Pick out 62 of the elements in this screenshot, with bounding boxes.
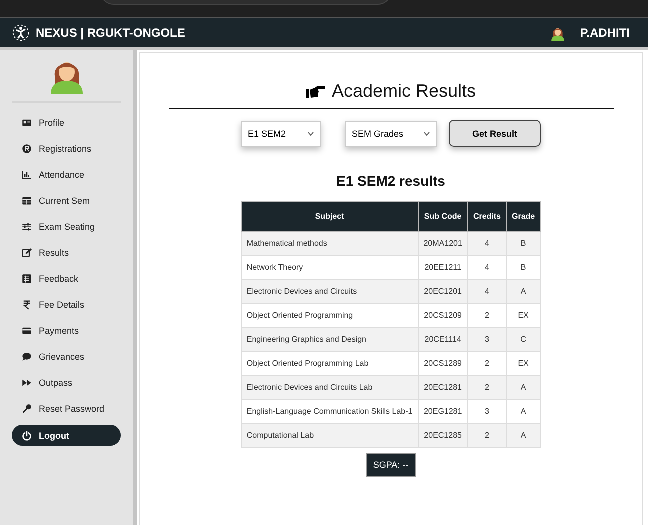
semester-select[interactable]: E1 SEM2 bbox=[241, 120, 321, 146]
column-header: Subject bbox=[241, 202, 418, 232]
chevron-icon bbox=[308, 132, 314, 136]
rupee-icon bbox=[22, 300, 32, 310]
brand-name: NEXUS | RGUKT-ONGOLE bbox=[36, 26, 186, 40]
sgpa-label: SGPA: -- bbox=[366, 453, 416, 477]
power-icon bbox=[22, 430, 32, 440]
sidebar-item[interactable]: Exam Seating bbox=[0, 214, 133, 240]
column-header: Grade bbox=[506, 202, 541, 232]
page-title: Academic Results bbox=[332, 81, 476, 102]
fast-forward-icon bbox=[22, 378, 32, 388]
sidebar-item[interactable]: Profile bbox=[0, 110, 133, 136]
sidebar-item[interactable]: Reset Password bbox=[0, 396, 133, 422]
column-header: Credits bbox=[468, 202, 506, 232]
chevron-icon bbox=[424, 132, 430, 136]
table-cell: Electronic Devices and Circuits bbox=[241, 280, 418, 304]
sidebar-item[interactable]: Results bbox=[0, 240, 133, 266]
table-cell: A bbox=[506, 280, 541, 304]
sidebar-item[interactable]: Current Sem bbox=[0, 188, 133, 214]
bar-chart-icon bbox=[22, 170, 32, 180]
table-icon bbox=[22, 196, 32, 206]
table-cell: A bbox=[506, 424, 541, 448]
table-cell: Mathematical methods bbox=[241, 232, 418, 256]
table-cell: 20EC1281 bbox=[418, 376, 468, 400]
table-cell: A bbox=[506, 376, 541, 400]
column-header: Sub Code bbox=[418, 202, 468, 232]
sidebar-item[interactable]: Payments bbox=[0, 318, 133, 344]
table-cell: 20CE1114 bbox=[418, 328, 468, 352]
logout-button[interactable]: Logout bbox=[12, 425, 121, 446]
table-cell: Engineering Graphics and Design bbox=[241, 328, 418, 352]
pointing-hand-icon bbox=[306, 84, 326, 98]
registered-icon bbox=[22, 144, 32, 154]
table-cell: 2 bbox=[468, 424, 506, 448]
table-cell: Computational Lab bbox=[241, 424, 418, 448]
key-icon bbox=[22, 404, 32, 414]
id-card-icon bbox=[22, 118, 32, 128]
table-cell: 4 bbox=[468, 232, 506, 256]
grade-type-select[interactable]: SEM Grades bbox=[345, 120, 437, 146]
sidebar-item[interactable]: Feedback bbox=[0, 266, 133, 292]
sidebar-item[interactable]: Registrations bbox=[0, 136, 133, 162]
speech-bubble-icon bbox=[22, 352, 32, 362]
results-heading: E1 SEM2 results bbox=[336, 173, 446, 189]
sidebar-item[interactable]: Outpass bbox=[0, 370, 133, 396]
edit-icon bbox=[22, 248, 32, 258]
table-cell: 2 bbox=[468, 376, 506, 400]
sidebar-item[interactable]: Grievances bbox=[0, 344, 133, 370]
sliders-icon bbox=[22, 222, 32, 232]
get-result-button[interactable]: Get Result bbox=[449, 120, 541, 147]
table-cell: 20MA1201 bbox=[418, 232, 468, 256]
table-cell: 3 bbox=[468, 328, 506, 352]
credit-card-icon bbox=[22, 326, 32, 336]
table-cell: C bbox=[506, 328, 541, 352]
logo-icon bbox=[12, 24, 30, 42]
table-cell: 20EC1201 bbox=[418, 280, 468, 304]
list-box-icon bbox=[22, 274, 32, 284]
user-name[interactable]: P.ADHITI bbox=[580, 26, 630, 40]
table-cell: B bbox=[506, 232, 541, 256]
table-cell: Electronic Devices and Circuits Lab bbox=[241, 376, 418, 400]
table-cell: 20EC1285 bbox=[418, 424, 468, 448]
table-cell: 4 bbox=[468, 280, 506, 304]
sidebar-item[interactable]: Attendance bbox=[0, 162, 133, 188]
sidebar-item[interactable]: Fee Details bbox=[0, 292, 133, 318]
